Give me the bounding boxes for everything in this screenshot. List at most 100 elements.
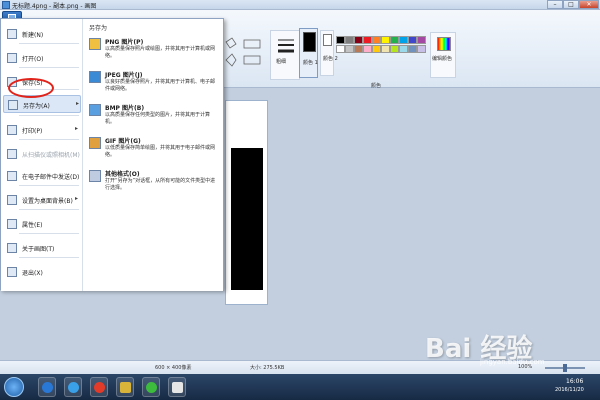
edit-colors-label: 编辑颜色 <box>432 56 453 62</box>
submenu-arrow-icon: ▸ <box>75 125 79 132</box>
palette-swatch[interactable] <box>336 36 345 44</box>
zoom-slider-handle[interactable] <box>563 364 567 372</box>
zoom-slider[interactable] <box>545 364 585 372</box>
palette-swatch[interactable] <box>381 45 390 53</box>
exit-icon <box>7 267 17 277</box>
pentagon-shape-icon[interactable] <box>225 53 237 67</box>
palette-swatch[interactable] <box>399 36 408 44</box>
file-menu-item-6[interactable]: 在电子邮件中发送(D) <box>3 167 81 185</box>
save-as-option-1[interactable]: JPEG 图片(J) 以良好质量保存照片，并将其用于计算机、电子邮件或网络。 <box>85 68 221 100</box>
paint-icon <box>172 382 183 393</box>
file-menu-item-7[interactable]: 设置为桌面背景(B) ▸ <box>3 191 81 209</box>
palette-swatch[interactable] <box>408 36 417 44</box>
file-menu-item-label: 打印(P) <box>22 128 43 135</box>
palette-swatch[interactable] <box>390 45 399 53</box>
wechat-icon <box>146 382 157 393</box>
file-menu-item-label: 设置为桌面背景(B) <box>22 198 73 205</box>
save-as-option-4[interactable]: 其他格式(O) 打开“另存为”对话框，从所有可能的文件类型中进行选择。 <box>85 167 221 199</box>
palette-swatch[interactable] <box>345 36 354 44</box>
rainbow-icon <box>437 37 451 51</box>
palette-swatch[interactable] <box>363 45 372 53</box>
print-icon <box>7 125 17 135</box>
palette-swatch[interactable] <box>399 45 408 53</box>
palette-swatch[interactable] <box>417 36 426 44</box>
save-as-option-title: JPEG 图片(J) <box>105 72 143 79</box>
file-menu-item-5[interactable]: 从扫描仪或照相机(M) <box>3 145 81 163</box>
palette-swatch[interactable] <box>408 45 417 53</box>
taskbar-app-wechat[interactable] <box>142 377 160 397</box>
image-format-icon <box>89 104 101 116</box>
color1-button[interactable]: 颜色 1 <box>299 28 318 78</box>
save-as-option-title: GIF 图片(G) <box>105 138 141 145</box>
outline-size-label: 粗细 <box>276 59 287 65</box>
minimize-button[interactable]: – <box>547 0 563 9</box>
diamond-shape-icon[interactable] <box>225 37 237 49</box>
clock-date: 2016/11/20 <box>555 387 584 393</box>
submenu-arrow-icon: ▸ <box>76 100 80 107</box>
player-icon <box>94 382 105 393</box>
canvas-black-region <box>231 148 263 290</box>
save-as-option-desc: 以低质量保存简单绘图，并将其用于电子邮件或网络。 <box>105 145 216 158</box>
save-as-option-3[interactable]: GIF 图片(G) 以低质量保存简单绘图，并将其用于电子邮件或网络。 <box>85 134 221 166</box>
save-as-option-desc: 以高质量保存任何类型的图片，并将其用于计算机。 <box>105 112 211 125</box>
file-menu-item-9[interactable]: 关于画图(T) <box>3 239 81 257</box>
file-menu-item-3[interactable]: 另存为(A) ▸ <box>3 95 81 113</box>
edit-colors-button[interactable]: 编辑颜色 <box>430 32 456 78</box>
image-format-icon <box>89 170 101 182</box>
menu-separator <box>19 115 79 116</box>
image-dimensions: 600 × 400像素 <box>155 365 192 371</box>
file-menu-item-0[interactable]: 新建(N) <box>3 25 81 43</box>
maximize-button[interactable]: □ <box>563 0 579 9</box>
watermark-url: jingyan.baidu.com <box>480 358 545 366</box>
file-menu-item-8[interactable]: 属性(E) <box>3 215 81 233</box>
open-folder-icon <box>7 53 17 63</box>
scanner-icon <box>7 149 17 159</box>
color2-label: 颜色 2 <box>323 56 338 62</box>
file-menu-item-label: 新建(N) <box>22 32 44 39</box>
close-button[interactable]: ✕ <box>579 0 599 9</box>
palette-swatch[interactable] <box>372 36 381 44</box>
window-title: 无标题.4png - 副本.png - 画图 <box>12 3 97 10</box>
taskbar-app-gallery[interactable] <box>116 377 134 397</box>
taskbar-app-s[interactable] <box>64 377 82 397</box>
palette-swatch[interactable] <box>372 45 381 53</box>
palette-swatch[interactable] <box>363 36 372 44</box>
title-bar: 无标题.4png - 副本.png - 画图 – □ ✕ <box>0 0 600 10</box>
palette-swatch[interactable] <box>354 45 363 53</box>
palette-swatch[interactable] <box>336 45 345 53</box>
file-menu-item-10[interactable]: 退出(X) <box>3 263 81 281</box>
save-as-submenu: 另存为 PNG 图片(P) 以高质量保存照片或绘图，并将其用于计算机或网络。 JPE… <box>83 19 223 291</box>
file-menu-item-label: 在电子邮件中发送(D) <box>22 174 80 181</box>
image-format-icon <box>89 137 101 149</box>
file-menu-item-label: 退出(X) <box>22 270 43 277</box>
file-menu-item-1[interactable]: 打开(O) <box>3 49 81 67</box>
palette-swatch[interactable] <box>390 36 399 44</box>
desktop-bg-icon <box>7 195 17 205</box>
palette-swatch[interactable] <box>381 36 390 44</box>
save-as-option-0[interactable]: PNG 图片(P) 以高质量保存照片或绘图，并将其用于计算机或网络。 <box>85 35 221 67</box>
save-as-icon <box>8 100 18 110</box>
file-menu-item-4[interactable]: 打印(P) ▸ <box>3 121 81 139</box>
taskbar-app-paint[interactable] <box>168 377 186 397</box>
save-as-option-desc: 以良好质量保存照片，并将其用于计算机、电子邮件或网络。 <box>105 79 216 92</box>
color2-button[interactable]: 颜色 2 <box>320 30 338 76</box>
palette-swatch[interactable] <box>345 45 354 53</box>
palette-swatch[interactable] <box>417 45 426 53</box>
menu-separator <box>19 233 79 234</box>
outline-dropdown-icon[interactable] <box>243 39 261 49</box>
outline-size-button[interactable] <box>270 30 300 80</box>
taskbar-app-player[interactable] <box>90 377 108 397</box>
taskbar-app-k[interactable] <box>38 377 56 397</box>
new-file-icon <box>7 29 17 39</box>
file-menu-item-label: 打开(O) <box>22 56 44 63</box>
shapes-gallery[interactable] <box>222 36 266 80</box>
color2-swatch <box>323 34 332 46</box>
submenu-arrow-icon: ▸ <box>75 195 79 202</box>
start-button[interactable] <box>4 377 24 397</box>
palette-swatch[interactable] <box>354 36 363 44</box>
file-menu-item-label: 属性(E) <box>22 222 43 229</box>
save-as-option-title: BMP 图片(B) <box>105 105 145 112</box>
save-as-option-2[interactable]: BMP 图片(B) 以高质量保存任何类型的图片，并将其用于计算机。 <box>85 101 221 133</box>
save-as-option-title: PNG 图片(P) <box>105 39 144 46</box>
fill-dropdown-icon[interactable] <box>243 55 261 65</box>
